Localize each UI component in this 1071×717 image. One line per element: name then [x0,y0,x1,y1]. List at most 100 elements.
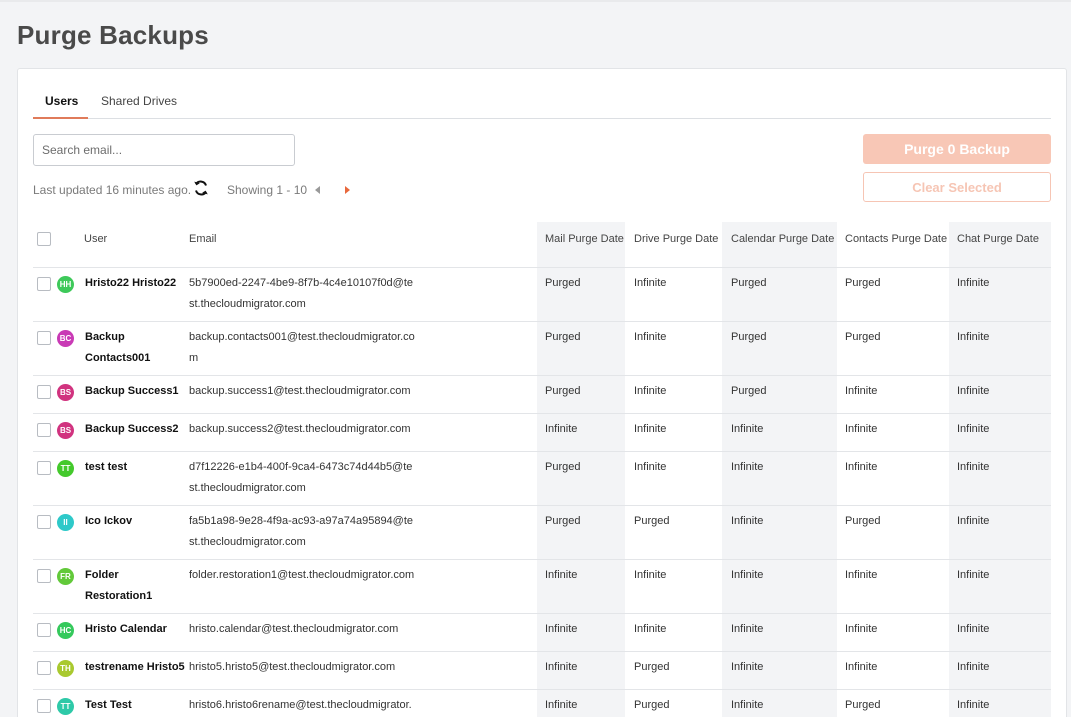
calendar-purge-value: Purged [731,276,767,289]
user-name: Backup Contacts001 [85,330,151,364]
table-row: TT Test Test hristo6.hristo6rename@test.th… [33,689,1051,717]
calendar-purge-value: Infinite [731,698,764,711]
table-row: II Ico Ickov fa5b1a98-9e28-4f9a-ac93-a97a7… [33,505,1051,560]
avatar: TT [57,697,74,715]
user-email: backup.success1@test.thecloudmigrator.co… [189,384,411,397]
pagination-range: Showing 1 - 10 [227,183,308,197]
table-row: HH Hristo22 Hristo22 5b7900ed-2247-4be9-8f… [33,267,1051,322]
avatar: II [57,513,74,531]
tab-users[interactable]: Users [45,94,78,108]
user-name: Backup Success1 [85,384,179,397]
user-name: Hristo22 Hristo22 [85,276,177,289]
header-calendar-purge-date: Calendar Purge Date [731,233,835,245]
search-input[interactable] [33,134,295,166]
contacts-purge-value: Infinite [845,568,878,581]
calendar-purge-value: Infinite [731,422,764,435]
chat-purge-value: Infinite [957,660,990,673]
row-checkbox[interactable] [37,460,51,475]
calendar-purge-value: Infinite [731,460,764,473]
calendar-purge-value: Infinite [731,622,764,635]
page-title: Purge Backups [17,20,209,50]
contacts-purge-value: Purged [845,276,881,289]
avatar: HH [57,275,74,293]
mail-purge-value: Purged [545,276,581,289]
user-name: Hristo Calendar [85,622,167,635]
users-table: User Email Mail Purge Date Drive Purge D… [33,222,1051,717]
top-border [0,0,1071,2]
row-checkbox[interactable] [37,568,51,583]
table-row: BS Backup Success1 backup.success1@test.th… [33,375,1051,414]
active-tab-indicator [33,117,88,119]
mail-purge-value: Infinite [545,698,578,711]
calendar-purge-value: Infinite [731,514,764,527]
avatar: BC [57,329,74,347]
avatar: TT [57,459,74,477]
table-row: TT test test d7f12226-e1b4-400f-9ca4-6473c… [33,451,1051,506]
header-email: Email [189,233,217,245]
mail-purge-value: Purged [545,514,581,527]
user-email: backup.contacts001@test.thecloudmigrator… [189,330,415,364]
avatar: BS [57,383,74,401]
row-checkbox[interactable] [37,660,51,675]
contacts-purge-value: Purged [845,330,881,343]
purge-backup-button[interactable]: Purge 0 Backup [863,134,1051,164]
contacts-purge-value: Infinite [845,460,878,473]
chat-purge-value: Infinite [957,330,990,343]
avatar: FR [57,567,74,585]
drive-purge-value: Purged [634,660,670,673]
user-name: Backup Success2 [85,422,179,435]
mail-purge-value: Infinite [545,622,578,635]
contacts-purge-value: Infinite [845,660,878,673]
mail-purge-value: Purged [545,384,581,397]
table-row: HC Hristo Calendar hristo.calendar@test.th… [33,613,1051,652]
row-checkbox[interactable] [37,330,51,345]
refresh-icon[interactable] [193,180,209,196]
user-name: Folder Restoration1 [85,568,153,602]
contacts-purge-value: Infinite [845,422,878,435]
mail-purge-value: Infinite [545,568,578,581]
drive-purge-value: Infinite [634,422,667,435]
chat-purge-value: Infinite [957,384,990,397]
calendar-purge-value: Infinite [731,568,764,581]
user-email: hristo.calendar@test.thecloudmigrator.co… [189,622,399,635]
header-chat-purge-date: Chat Purge Date [957,233,1039,245]
chevron-left-icon[interactable] [315,186,320,194]
drive-purge-value: Infinite [634,568,667,581]
row-checkbox[interactable] [37,422,51,437]
mail-purge-value: Infinite [545,660,578,673]
user-email: 5b7900ed-2247-4be9-8f7b-4c4e10107f0d@tes… [189,276,414,310]
chevron-right-icon[interactable] [345,186,350,194]
user-email: fa5b1a98-9e28-4f9a-ac93-a97a74a95894@tes… [189,514,414,548]
select-all-checkbox[interactable] [37,232,51,246]
calendar-purge-value: Purged [731,330,767,343]
avatar: HC [57,621,74,639]
header-user: User [84,233,108,245]
header-contacts-purge-date: Contacts Purge Date [845,233,948,245]
contacts-purge-value: Infinite [845,384,878,397]
header-drive-purge-date: Drive Purge Date [634,233,719,245]
calendar-purge-value: Purged [731,384,767,397]
row-checkbox[interactable] [37,622,51,637]
user-email: hristo6.hristo6rename@test.thecloudmigra… [189,698,412,711]
user-name: test test [85,460,128,473]
drive-purge-value: Infinite [634,384,667,397]
tab-bar: Users Shared Drives [33,87,1051,119]
row-checkbox[interactable] [37,276,51,291]
tab-shared-drives[interactable]: Shared Drives [101,94,177,108]
chat-purge-value: Infinite [957,514,990,527]
user-name: Test Test [85,698,132,711]
mail-purge-value: Infinite [545,422,578,435]
row-checkbox[interactable] [37,384,51,399]
table-row: TH testrename Hristo5 hristo5.hristo5@test… [33,651,1051,690]
chat-purge-value: Infinite [957,460,990,473]
row-checkbox[interactable] [37,698,51,713]
clear-selected-button[interactable]: Clear Selected [863,172,1051,202]
row-checkbox[interactable] [37,514,51,529]
table-row: BC Backup Contacts001 backup.contacts001@t… [33,321,1051,376]
header-mail-purge-date: Mail Purge Date [545,233,624,245]
drive-purge-value: Infinite [634,622,667,635]
avatar: TH [57,659,74,677]
table-row: FR Folder Restoration1 folder.restoration1… [33,559,1051,614]
calendar-purge-value: Infinite [731,660,764,673]
user-email: backup.success2@test.thecloudmigrator.co… [189,422,411,435]
